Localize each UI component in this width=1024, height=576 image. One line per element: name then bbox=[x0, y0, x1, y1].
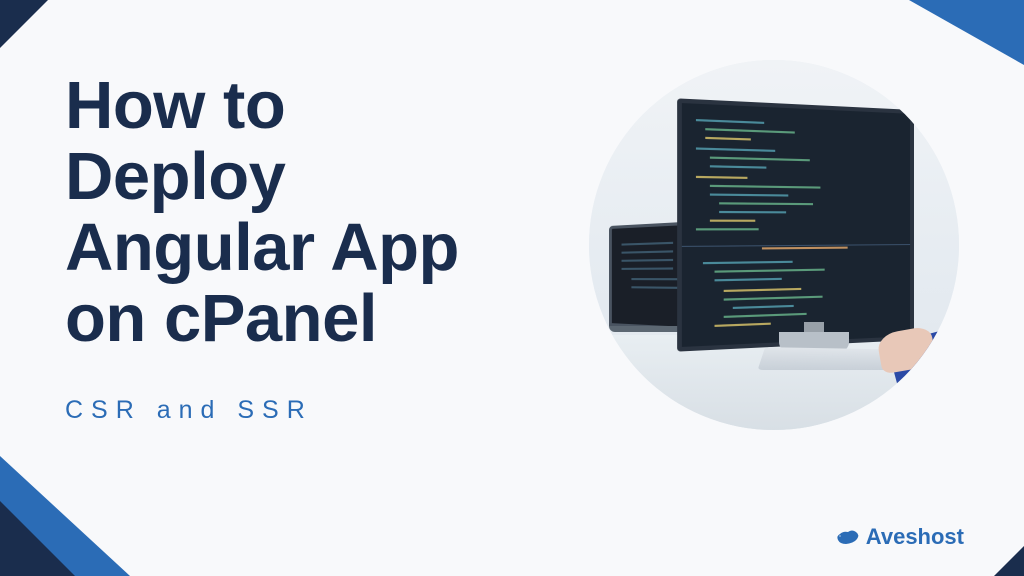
bird-icon bbox=[834, 526, 862, 548]
text-content: How to Deploy Angular App on cPanel CSR … bbox=[65, 70, 585, 425]
title-line: Angular App bbox=[65, 210, 459, 285]
page-subtitle: CSR and SSR bbox=[65, 396, 585, 425]
title-line: on cPanel bbox=[65, 281, 377, 356]
page-title: How to Deploy Angular App on cPanel bbox=[65, 70, 585, 354]
monitor-illustration bbox=[677, 98, 914, 351]
title-line: How to bbox=[65, 68, 285, 143]
decorative-triangle-top-right bbox=[909, 0, 1024, 65]
decorative-triangle-bottom-right bbox=[994, 546, 1024, 576]
brand-name: Aveshost bbox=[866, 524, 964, 550]
decorative-triangle-bottom-left-front bbox=[0, 501, 75, 576]
hero-image bbox=[589, 60, 959, 430]
title-line: Deploy bbox=[65, 139, 285, 214]
brand-logo: Aveshost bbox=[834, 524, 964, 550]
decorative-triangle-top-left bbox=[0, 0, 48, 48]
